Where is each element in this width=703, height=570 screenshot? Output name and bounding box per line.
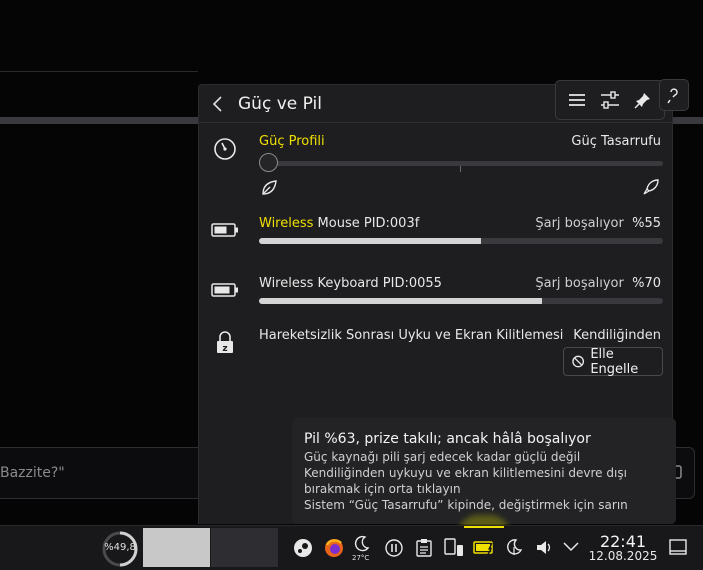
pager-desktop-2[interactable]	[211, 528, 278, 567]
block-icon	[572, 355, 585, 368]
background-input-text: Bazzite?"	[0, 465, 65, 481]
media-pause-icon[interactable]	[385, 539, 403, 557]
tooltip-line: Güç kaynağı pili şarj edecek kadar güçlü…	[304, 450, 581, 464]
device-status: Şarj boşalıyor %55	[535, 216, 661, 231]
back-button[interactable]	[207, 93, 229, 115]
weather-moon-icon[interactable]	[354, 535, 370, 553]
slider-tick	[460, 166, 461, 172]
hamburger-menu-icon	[568, 94, 585, 106]
configure-button[interactable]	[597, 87, 623, 113]
taskbar: %49,8 27°C 22:41 12.08.2025	[0, 525, 703, 570]
tooltip-title: Pil %63, prize takılı; ancak hâlâ boşalı…	[304, 431, 591, 447]
sleep-status: Kendiliğinden	[573, 328, 661, 343]
device-battery-fill	[259, 298, 542, 304]
volume-icon[interactable]	[535, 539, 553, 556]
cpu-usage-text: %49,8	[104, 542, 136, 553]
divider	[0, 71, 198, 72]
sliders-icon	[600, 91, 619, 109]
chevron-left-icon	[212, 96, 222, 112]
tooltip-line: Sistem “Güç Tasarrufu” kipinde, değiştir…	[304, 498, 628, 512]
battery-tooltip: Pil %63, prize takılı; ancak hâlâ boşalı…	[292, 418, 676, 524]
night-color-icon[interactable]	[505, 538, 523, 556]
lock-sleep-icon: z	[217, 331, 233, 354]
temperature-text: 27°C	[352, 554, 370, 562]
popup-title: Güç ve Pil	[238, 94, 322, 114]
tooltip-line: bırakmak için orta tıklayın	[304, 482, 461, 496]
chevron-down-icon[interactable]	[563, 542, 579, 552]
show-desktop-icon[interactable]	[669, 539, 687, 555]
device-name: Wireless Mouse PID:003f	[259, 216, 420, 231]
battery-icon	[211, 223, 238, 237]
power-profile-slider[interactable]	[259, 161, 663, 166]
slider-handle[interactable]	[259, 153, 278, 172]
leaf-icon[interactable]	[260, 179, 278, 197]
menu-button[interactable]	[564, 87, 590, 113]
device-status: Şarj boşalıyor %70	[535, 276, 661, 291]
manual-inhibit-button[interactable]: Elle Engelle	[563, 346, 663, 377]
help-button[interactable]	[659, 79, 689, 111]
device-connect-icon[interactable]	[444, 538, 464, 557]
tooltip-line: Kendiliğinden uykuyu ve ekran kilitlemes…	[304, 466, 627, 480]
help-icon	[667, 88, 678, 104]
device-name: Wireless Keyboard PID:0055	[259, 276, 442, 291]
popup-header: Güç ve Pil Güç Profili Güç Tasarrufu Wir…	[199, 80, 672, 377]
speedometer-icon	[214, 138, 236, 160]
pin-button[interactable]	[630, 87, 656, 113]
pin-icon	[634, 93, 651, 109]
rocket-icon[interactable]	[642, 178, 660, 196]
clock-date[interactable]: 12.08.2025	[588, 549, 658, 563]
pager-desktop-1[interactable]	[143, 528, 210, 567]
firefox-icon[interactable]	[323, 537, 345, 559]
battery-tray-icon[interactable]	[473, 539, 495, 556]
power-profile-label: Güç Profili	[259, 134, 325, 149]
svg-text:z: z	[222, 344, 227, 354]
steam-icon[interactable]	[293, 538, 313, 558]
header-toolbar	[555, 80, 665, 120]
power-profile-current: Güç Tasarrufu	[571, 134, 661, 149]
active-indicator	[464, 526, 504, 528]
device-battery-fill	[259, 238, 482, 244]
device-battery-bar	[259, 238, 663, 244]
manual-inhibit-label: Elle Engelle	[590, 346, 639, 377]
sleep-label: Hareketsizlik Sonrası Uyku ve Ekran Kili…	[259, 328, 564, 343]
battery-icon	[211, 283, 238, 297]
device-battery-bar	[259, 298, 663, 304]
clipboard-icon[interactable]	[416, 538, 432, 557]
